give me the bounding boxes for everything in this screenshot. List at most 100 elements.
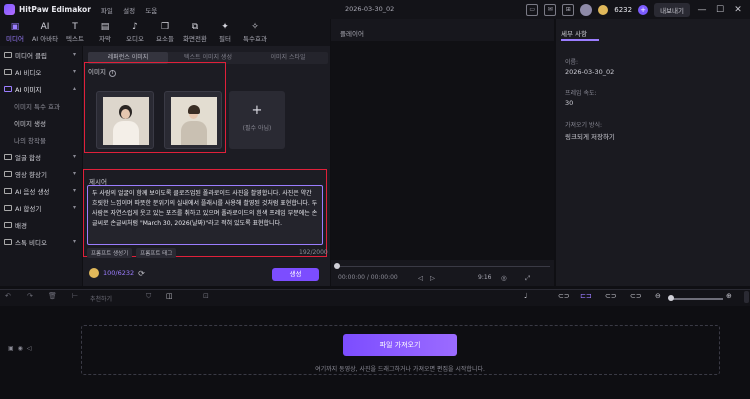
playback-scrubber[interactable] bbox=[336, 266, 550, 267]
tool-filters[interactable]: ✦ 필터 bbox=[210, 19, 240, 46]
image-section-label: 이미지 i bbox=[88, 66, 116, 77]
name-label: 이름: bbox=[565, 59, 579, 66]
sidebar-item-media-clips[interactable]: 미디어 클립 ▾ bbox=[0, 46, 82, 63]
sidebar-item-ai-image[interactable]: AI 이미지 ▴ bbox=[0, 80, 82, 97]
audio-icon: ♪ bbox=[132, 22, 138, 32]
reference-image-2[interactable] bbox=[164, 91, 222, 149]
credit-coin-icon bbox=[89, 268, 99, 278]
subtitle-icon: ▤ bbox=[100, 22, 110, 32]
gift-icon[interactable]: ⊞ bbox=[562, 4, 575, 16]
track-controls[interactable]: ▣◉◁ bbox=[8, 345, 36, 352]
chevron-down-icon: ▾ bbox=[72, 170, 76, 177]
menu-help[interactable]: 도움 bbox=[145, 7, 157, 15]
add-image-button[interactable]: + (필수 아님) bbox=[229, 91, 285, 149]
play-icon[interactable]: ▷ bbox=[430, 274, 435, 282]
elements-icon: ❒ bbox=[160, 22, 170, 32]
tool-effects[interactable]: ✧ 특수효과 bbox=[240, 19, 270, 46]
prev-frame-icon[interactable]: ◁ bbox=[418, 274, 423, 282]
scrubber-handle[interactable] bbox=[334, 263, 340, 269]
scrollbar[interactable] bbox=[744, 291, 749, 303]
menu-settings[interactable]: 설정 bbox=[123, 7, 135, 15]
credit-balance: 6232 bbox=[614, 6, 633, 14]
add-image-optional-label: (필수 아님) bbox=[242, 125, 272, 132]
redo-icon[interactable]: ↷ bbox=[27, 292, 33, 300]
sidebar-item-face-swap[interactable]: 얼굴 합성 ▾ bbox=[0, 148, 82, 165]
avatar-icon: AI bbox=[40, 22, 50, 32]
marker-icon[interactable]: ◫ bbox=[166, 292, 173, 300]
prompt-generator-button[interactable]: 프롬프트 생성기 bbox=[87, 248, 133, 258]
enhance-icon bbox=[4, 170, 12, 177]
import-file-button[interactable]: 파일 가져오기 bbox=[343, 334, 457, 356]
tab-underline bbox=[561, 39, 599, 41]
fullscreen-icon[interactable]: ⤢ bbox=[525, 274, 530, 283]
chevron-down-icon: ▾ bbox=[72, 153, 76, 160]
zoom-out-icon[interactable]: ⊖ bbox=[655, 292, 661, 300]
delete-icon[interactable]: 🗑 bbox=[48, 292, 57, 300]
face-icon bbox=[4, 153, 12, 160]
media-icon bbox=[4, 51, 12, 58]
woman-photo bbox=[103, 97, 149, 145]
tool-elements[interactable]: ❒ 요소들 bbox=[150, 19, 180, 46]
sidebar-item-voice-generator[interactable]: AI 음성 생성 ▾ bbox=[0, 182, 82, 199]
tool-subtitles[interactable]: ▤ 자막 bbox=[90, 19, 120, 46]
sidebar-item-background[interactable]: 배경 bbox=[0, 216, 82, 233]
stock-icon bbox=[4, 238, 12, 245]
sidebar-item-image-generation[interactable]: 이미지 생성 bbox=[0, 114, 82, 131]
undo-icon[interactable]: ↶ bbox=[5, 292, 11, 300]
sidebar-item-ai-video[interactable]: AI 비디오 ▾ bbox=[0, 63, 82, 80]
crop-icon[interactable]: ⊡ bbox=[203, 292, 209, 300]
sidebar-item-my-creations[interactable]: 나의 창작물 bbox=[0, 131, 82, 148]
tool-transitions[interactable]: ⧉ 화면전환 bbox=[180, 19, 210, 46]
menu-file[interactable]: 파일 bbox=[101, 7, 113, 15]
maximize-icon[interactable]: ☐ bbox=[714, 5, 726, 15]
sidebar-item-image-effects[interactable]: 이미지 특수 효과 bbox=[0, 97, 82, 114]
chevron-down-icon: ▾ bbox=[72, 68, 76, 75]
link-icon[interactable]: ⊂⊃ bbox=[558, 292, 570, 300]
recommend-label[interactable]: 추천하기 bbox=[90, 294, 112, 303]
clip-link-icon[interactable]: ⊂⊃ bbox=[605, 292, 617, 300]
snap-icon[interactable]: ⊏⊐ bbox=[580, 292, 592, 300]
plus-icon: + bbox=[251, 103, 263, 118]
app-name: HitPaw Edimakor bbox=[19, 5, 91, 14]
avatar[interactable] bbox=[580, 4, 593, 16]
message-icon[interactable]: ✉ bbox=[544, 4, 557, 16]
tool-audio[interactable]: ♪ 오디오 bbox=[120, 19, 150, 46]
tab-details[interactable]: 세부 사항 bbox=[561, 28, 587, 38]
export-button[interactable]: 내보내기 bbox=[654, 3, 690, 17]
minimize-icon[interactable]: — bbox=[696, 5, 708, 15]
info-icon[interactable]: i bbox=[108, 70, 116, 77]
refresh-icon[interactable]: ⟳ bbox=[138, 269, 145, 278]
chevron-down-icon: ▾ bbox=[72, 204, 76, 211]
sidebar-item-stock-video[interactable]: 스톡 비디오 ▾ bbox=[0, 233, 82, 250]
man-photo bbox=[171, 97, 217, 145]
voice-icon bbox=[4, 187, 12, 194]
prompt-tag-button[interactable]: 프롬프트 태그 bbox=[136, 248, 177, 258]
detach-icon[interactable]: ⊂⊃ bbox=[630, 292, 642, 300]
add-credit-button[interactable]: + bbox=[638, 5, 649, 15]
tab-image-style[interactable]: 이미지 스타일 bbox=[248, 52, 328, 64]
sidebar-item-video-enhancer[interactable]: 영상 향상기 ▾ bbox=[0, 165, 82, 182]
reference-image-1[interactable] bbox=[96, 91, 154, 149]
filter-icon: ✦ bbox=[221, 22, 229, 32]
save-mode-value: 링크되게 저장하기 bbox=[565, 133, 615, 141]
screen-icon[interactable]: ▭ bbox=[526, 4, 539, 16]
zoom-handle[interactable] bbox=[668, 295, 674, 301]
aspect-ratio[interactable]: 9:16 bbox=[478, 274, 491, 281]
generate-button[interactable]: 생성 bbox=[272, 268, 319, 281]
zoom-in-icon[interactable]: ⊕ bbox=[726, 292, 732, 300]
sidebar-item-ai-composer[interactable]: AI 합성기 ▾ bbox=[0, 199, 82, 216]
zoom-slider[interactable] bbox=[671, 298, 723, 300]
camera-icon[interactable]: ◎ bbox=[501, 274, 507, 282]
tool-media[interactable]: ▣ 미디어 bbox=[0, 19, 30, 46]
composer-icon bbox=[4, 204, 12, 211]
split-icon[interactable]: ⊢ bbox=[72, 292, 78, 300]
shield-icon[interactable]: ⛉ bbox=[146, 292, 151, 301]
name-value: 2026-03-30_02 bbox=[565, 68, 615, 76]
mic-icon[interactable]: ♩ bbox=[524, 292, 527, 300]
timecode: 00:00:00 / 00:00:00 bbox=[338, 274, 398, 281]
prompt-textarea[interactable]: 두 사람의 얼굴이 함께 보이도록 클로즈업된 폴라로이드 사진을 촬영합니다.… bbox=[87, 185, 323, 245]
tool-ai-avatar[interactable]: AI AI 아바타 bbox=[30, 19, 60, 46]
tool-text[interactable]: T 텍스트 bbox=[60, 19, 90, 46]
drop-hint: 여기까지 동영상, 사진을 드래그하거나 가져오면 편집을 시작합니다. bbox=[315, 366, 485, 373]
close-icon[interactable]: ✕ bbox=[732, 5, 744, 15]
